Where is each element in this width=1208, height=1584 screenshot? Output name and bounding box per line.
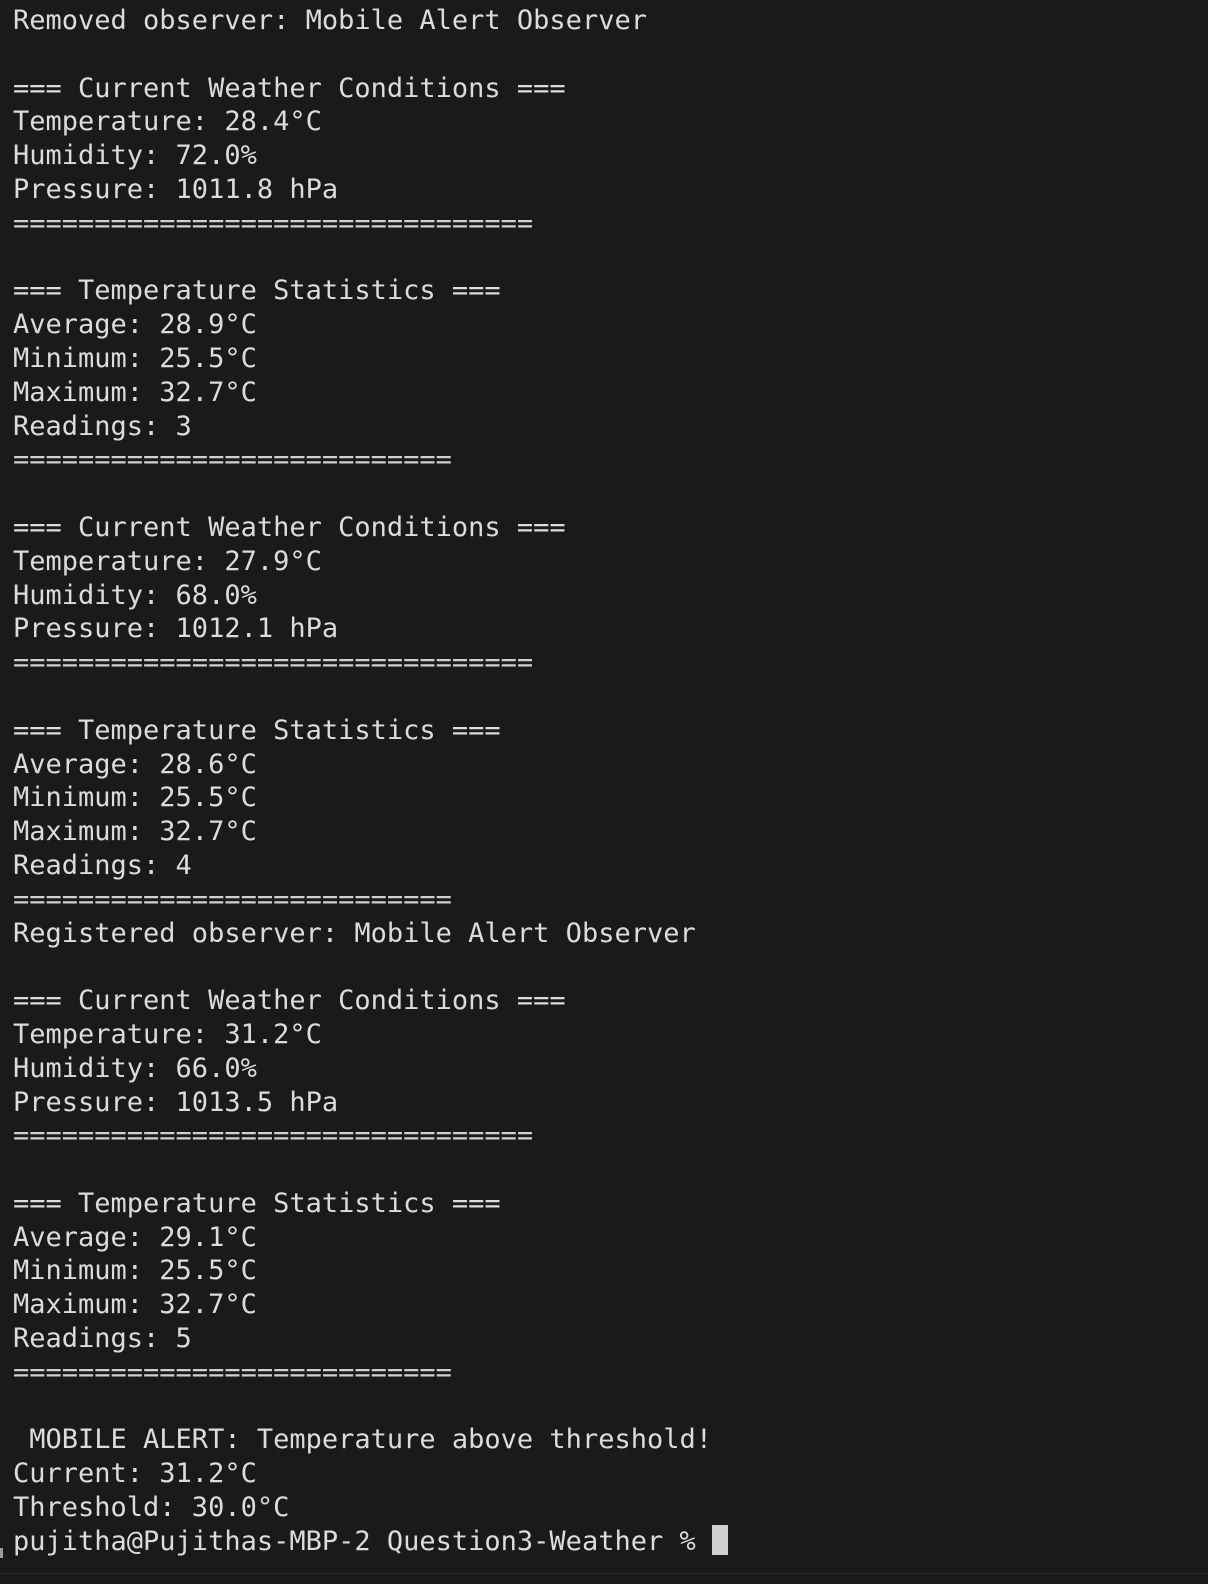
output-line: =========================== [13, 444, 452, 476]
output-line: MOBILE ALERT: Temperature above threshol… [13, 1424, 712, 1456]
output-line: Pressure: 1011.8 hPa [13, 173, 339, 205]
output-line: ================================ [13, 1120, 534, 1152]
output-line: Readings: 3 [13, 410, 192, 442]
output-line: === Current Weather Conditions === [13, 511, 566, 543]
text-cursor [711, 1524, 728, 1555]
output-line: Pressure: 1012.1 hPa [13, 613, 339, 645]
output-line: === Current Weather Conditions === [13, 72, 566, 104]
output-line: Average: 29.1°C [13, 1221, 257, 1253]
output-line: Maximum: 32.7°C [13, 1289, 257, 1321]
output-line: =========================== [13, 883, 452, 915]
output-line: Current: 31.2°C [13, 1458, 257, 1490]
output-line: Readings: 5 [13, 1323, 192, 1355]
output-line: Temperature: 28.4°C [13, 106, 322, 138]
output-line: Readings: 4 [13, 849, 192, 881]
output-line: Humidity: 72.0% [13, 140, 257, 172]
output-line: === Temperature Statistics === [13, 714, 501, 746]
output-line: Removed observer: Mobile Alert Observer [13, 5, 647, 36]
shell-prompt-line[interactable]: pujitha@Pujithas-MBP-2 Question3-Weather… [13, 1524, 1208, 1559]
output-line: Humidity: 66.0% [13, 1052, 257, 1084]
output-line: Registered observer: Mobile Alert Observ… [13, 917, 696, 949]
terminal-bottom-edge [0, 1573, 1208, 1584]
output-line: Minimum: 25.5°C [13, 782, 257, 814]
output-line: Maximum: 32.7°C [13, 816, 257, 848]
terminal-output: Removed observer: Mobile Alert Observer =… [13, 4, 1208, 1559]
output-line: Minimum: 25.5°C [13, 342, 257, 374]
output-line: Humidity: 68.0% [13, 579, 257, 611]
output-line: Threshold: 30.0°C [13, 1492, 290, 1524]
output-line: Maximum: 32.7°C [13, 376, 257, 408]
output-line: === Temperature Statistics === [13, 1187, 501, 1219]
output-line: === Current Weather Conditions === [13, 985, 566, 1017]
terminal-window[interactable]: Removed observer: Mobile Alert Observer =… [0, 0, 1208, 1584]
output-line: =========================== [13, 1356, 452, 1388]
output-line: === Temperature Statistics === [13, 275, 501, 307]
output-line: Temperature: 31.2°C [13, 1018, 322, 1050]
output-line: Average: 28.9°C [13, 309, 257, 341]
output-line: ================================ [13, 207, 534, 239]
output-line: Minimum: 25.5°C [13, 1255, 257, 1287]
output-line: Temperature: 27.9°C [13, 545, 322, 577]
shell-prompt: pujitha@Pujithas-MBP-2 Question3-Weather… [13, 1525, 712, 1557]
output-line: Average: 28.6°C [13, 748, 257, 780]
output-line: ================================ [13, 647, 534, 679]
output-line: Pressure: 1013.5 hPa [13, 1086, 339, 1118]
prompt-marker [0, 1548, 3, 1558]
